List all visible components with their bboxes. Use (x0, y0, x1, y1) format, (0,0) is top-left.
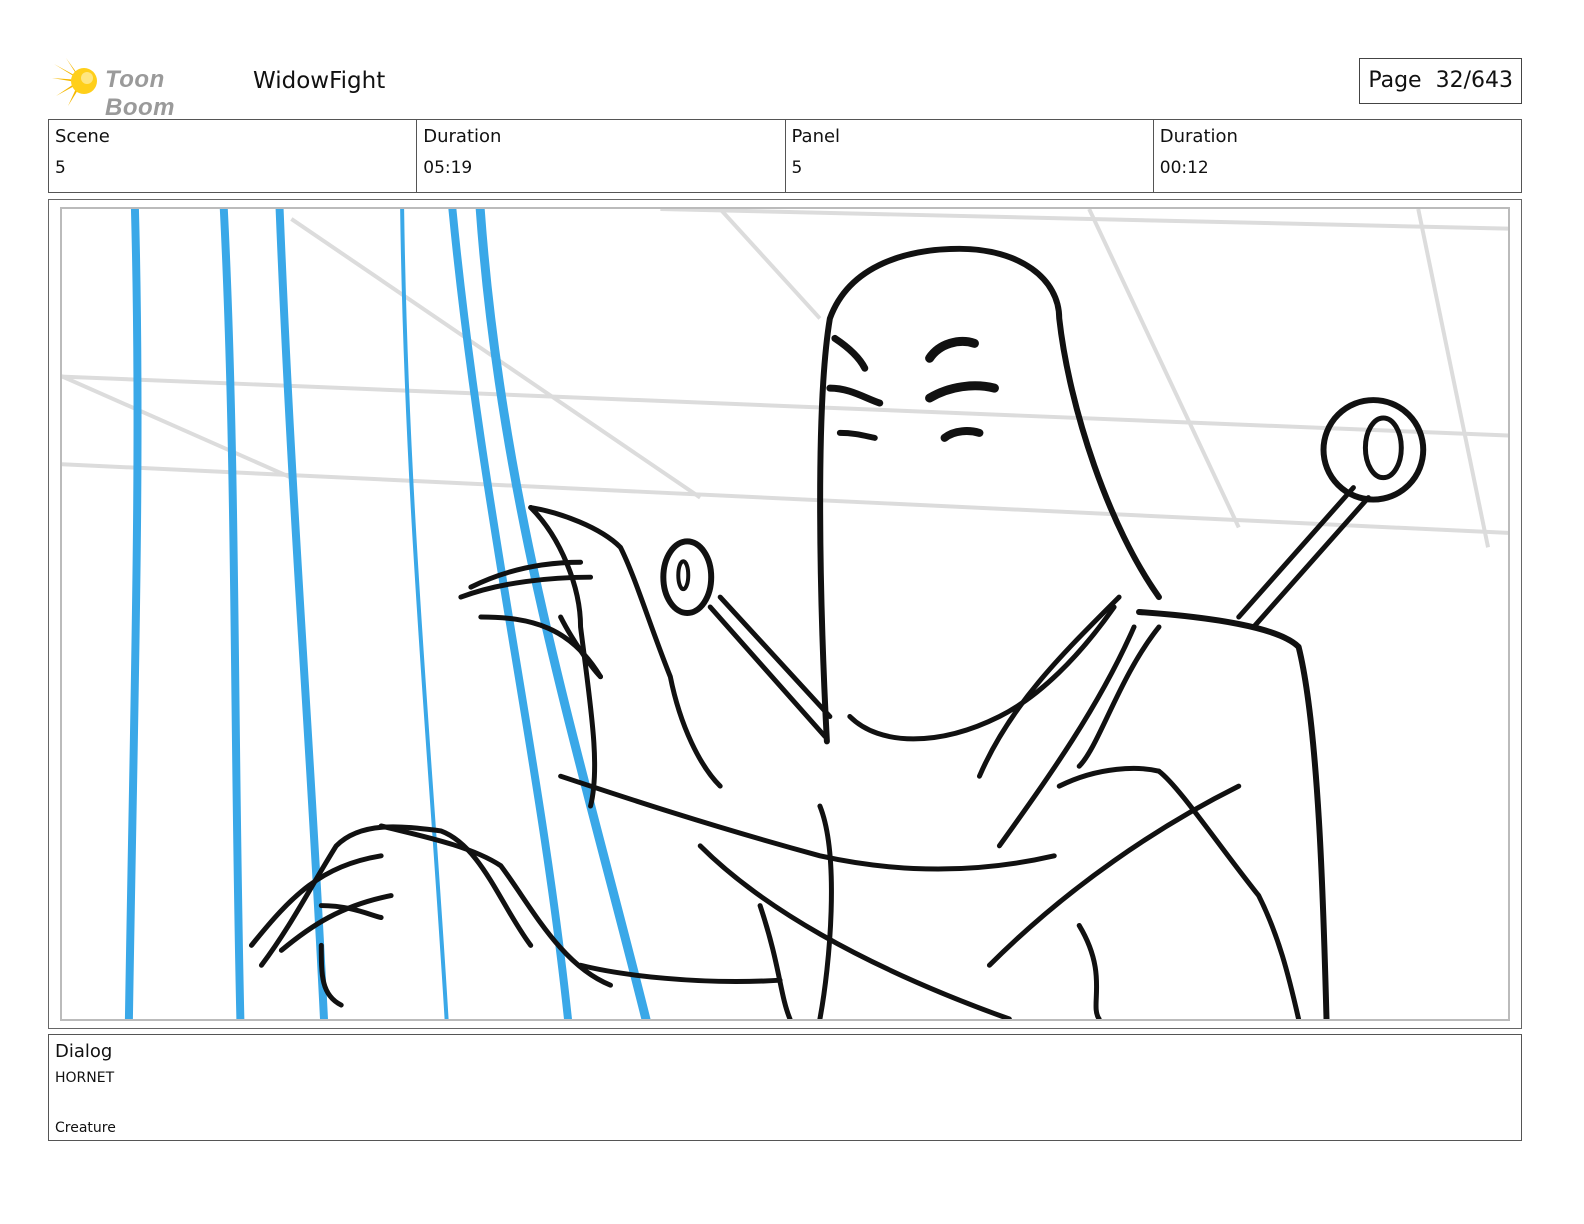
scene-label: Scene (55, 126, 110, 147)
scene-duration-cell: Duration 05:19 (417, 120, 786, 192)
panel-label: Panel (791, 126, 841, 147)
scene-duration-label: Duration (423, 126, 502, 147)
storyboard-header: Toon Boom WidowFight Page 32/643 (48, 52, 1522, 121)
scene-info-table: Scene 5 Duration 05:19 Panel 5 Duration … (48, 119, 1522, 193)
page-indicator: Page 32/643 (1359, 58, 1522, 104)
storyboard-panel (48, 199, 1522, 1029)
panel-cell: Panel 5 (786, 120, 1154, 192)
project-title: WidowFight (253, 68, 386, 94)
panel-value: 5 (791, 158, 803, 178)
toon-boom-logo: Toon Boom (50, 56, 236, 121)
scene-cell: Scene 5 (49, 120, 418, 192)
page-value: 32/643 (1435, 68, 1513, 93)
panel-duration-value: 00:12 (1159, 158, 1209, 178)
dialog-box: Dialog HORNET Creature (48, 1034, 1522, 1141)
panel-duration-cell: Duration 00:12 (1154, 120, 1521, 192)
sketch-drawing (62, 209, 1508, 1019)
scene-value: 5 (55, 158, 66, 178)
character-sketch (248, 245, 1427, 1019)
dialog-label: Dialog (55, 1041, 113, 1062)
starburst-icon (52, 58, 97, 106)
panel-duration-label: Duration (1159, 126, 1238, 147)
scene-duration-value: 05:19 (423, 158, 473, 178)
logo-text: Toon Boom (105, 66, 175, 121)
dialog-note: Creature (55, 1120, 116, 1136)
panel-artwork (60, 207, 1510, 1021)
page-label: Page (1368, 68, 1422, 93)
dialog-speaker: HORNET (55, 1070, 115, 1086)
